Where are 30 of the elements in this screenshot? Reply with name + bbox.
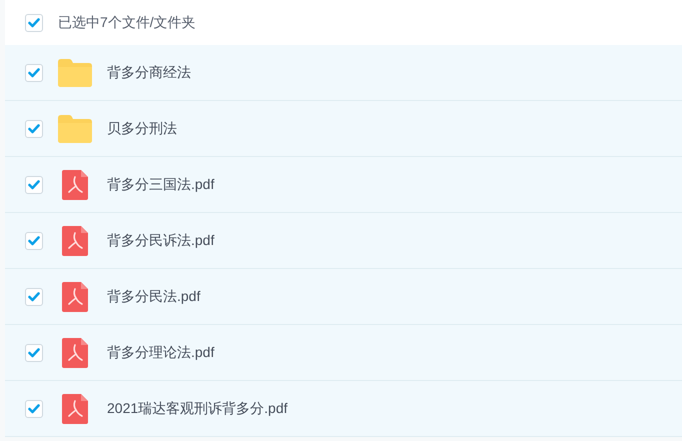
- file-name: 背多分民法.pdf: [107, 287, 200, 306]
- checkbox[interactable]: [25, 176, 43, 194]
- pdf-file-icon: [62, 226, 88, 256]
- file-name: 背多分民诉法.pdf: [107, 231, 214, 250]
- file-row[interactable]: 背多分理论法.pdf: [5, 325, 682, 381]
- checkbox[interactable]: [25, 120, 43, 138]
- file-name: 2021瑞达客观刑诉背多分.pdf: [107, 399, 288, 418]
- file-row[interactable]: 背多分民法.pdf: [5, 269, 682, 325]
- file-name: 背多分理论法.pdf: [107, 343, 214, 362]
- pdf-file-icon: [62, 338, 88, 368]
- file-row[interactable]: 贝多分刑法: [5, 101, 682, 157]
- file-name: 贝多分刑法: [107, 119, 177, 138]
- folder-icon: [58, 114, 92, 142]
- checkbox[interactable]: [25, 400, 43, 418]
- file-name: 背多分三国法.pdf: [107, 175, 214, 194]
- pdf-file-icon: [62, 170, 88, 200]
- selection-count: 已选中7个文件/文件夹: [58, 13, 196, 32]
- pdf-file-icon: [62, 394, 88, 424]
- pdf-file-icon: [62, 282, 88, 312]
- checkbox[interactable]: [25, 232, 43, 250]
- checkbox[interactable]: [25, 64, 43, 82]
- file-name: 背多分商经法: [107, 63, 191, 82]
- folder-icon: [58, 58, 92, 86]
- checkbox[interactable]: [25, 344, 43, 362]
- file-row[interactable]: 背多分商经法: [5, 45, 682, 101]
- file-row[interactable]: 背多分三国法.pdf: [5, 157, 682, 213]
- file-row[interactable]: 背多分民诉法.pdf: [5, 213, 682, 269]
- file-row[interactable]: 2021瑞达客观刑诉背多分.pdf: [5, 381, 682, 437]
- checkbox[interactable]: [25, 14, 43, 32]
- checkbox[interactable]: [25, 288, 43, 306]
